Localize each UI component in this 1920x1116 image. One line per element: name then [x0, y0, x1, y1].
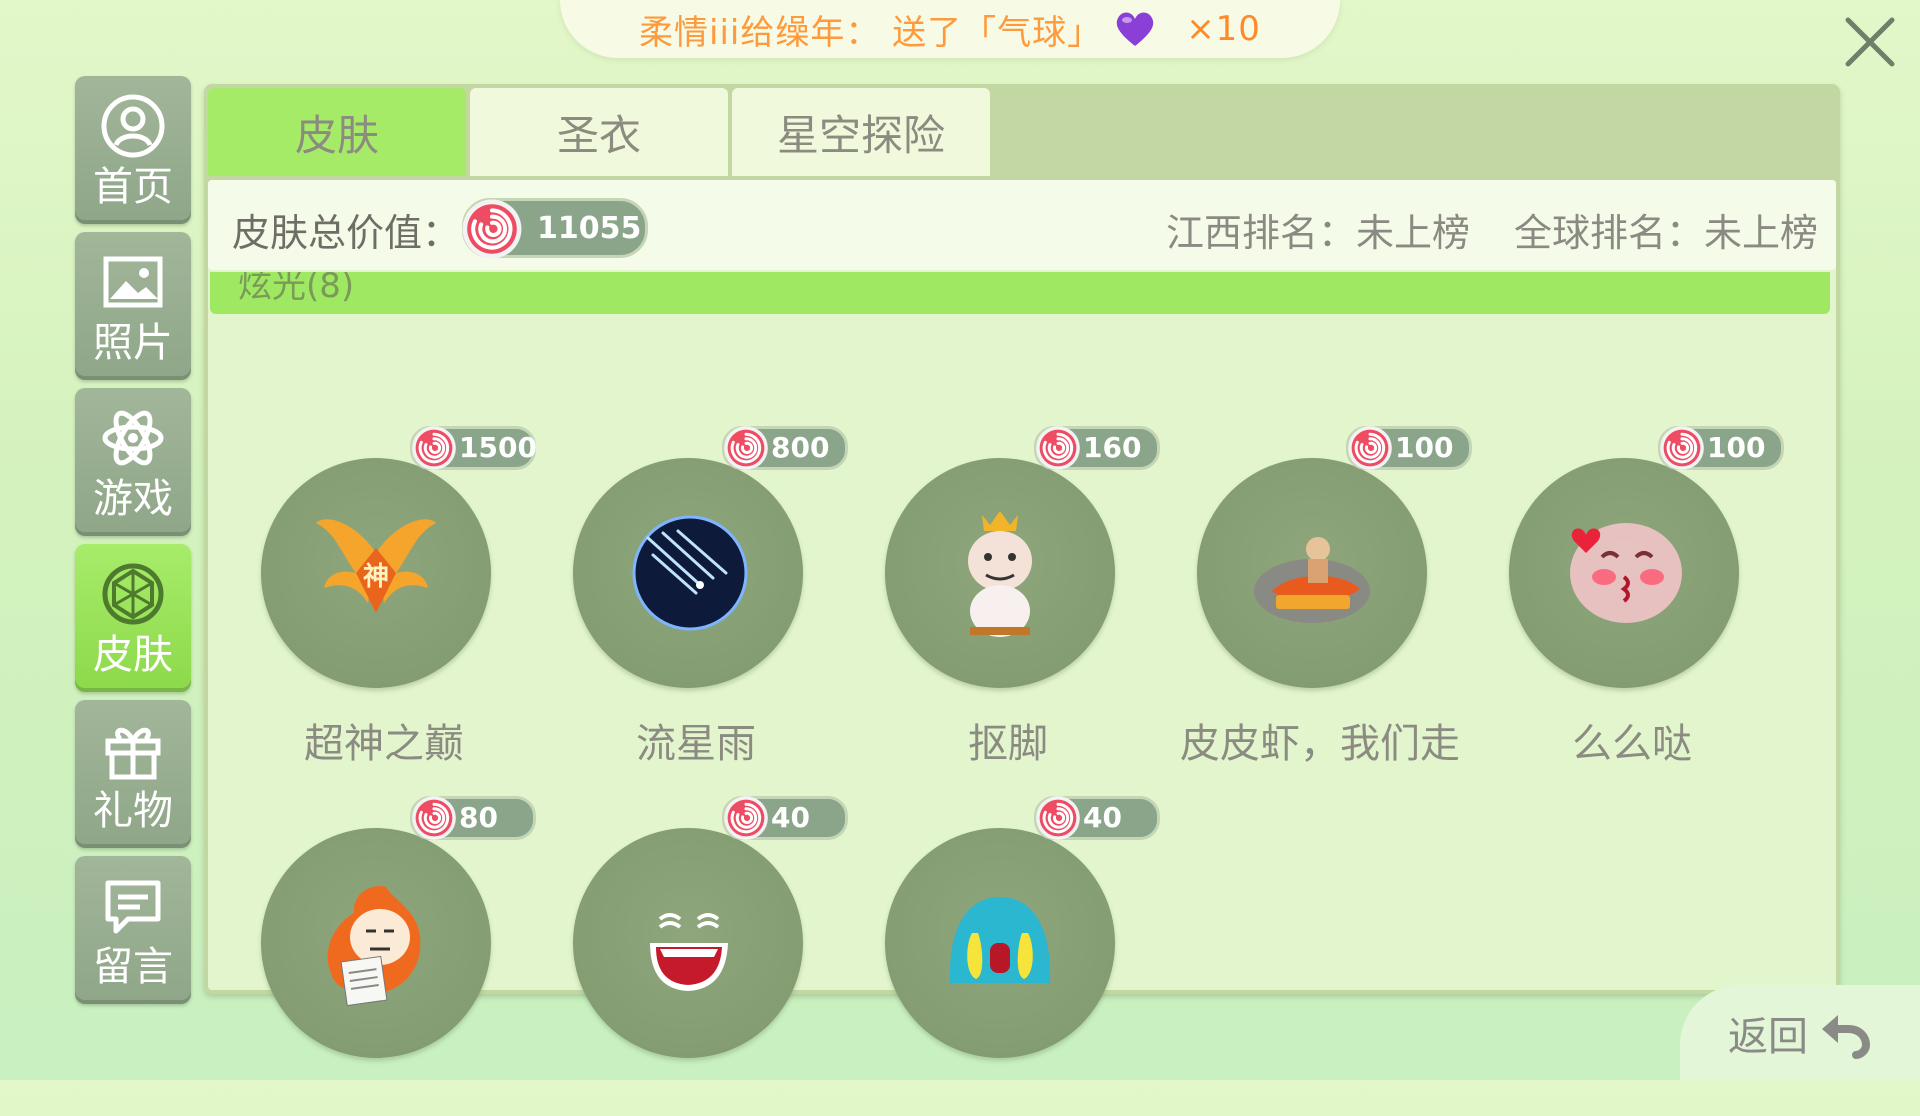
gem-icon: [102, 563, 164, 625]
candy-coin-icon: [1035, 425, 1081, 471]
price-badge: 1500: [410, 425, 537, 471]
message-icon: [105, 880, 161, 934]
heart-balloon-icon: [1116, 12, 1154, 46]
skin-item: 160 抠脚: [858, 425, 1160, 767]
skin-item: 40: [858, 795, 1160, 1116]
sidebar: 首页 照片 游戏 皮肤 礼物 留言: [75, 76, 191, 1012]
skin-item: 神 1500 超神之巅: [234, 425, 537, 767]
total-value: 11055: [537, 211, 642, 246]
price-badge: 160: [1034, 425, 1160, 471]
sidebar-item-label: 游戏: [93, 476, 173, 522]
candy-coin-icon: [723, 425, 769, 471]
photo-icon: [103, 256, 163, 308]
skin-icon-button[interactable]: [261, 828, 491, 1058]
skin-icon-button[interactable]: [885, 458, 1115, 688]
candy-coin-icon: [411, 795, 457, 841]
back-label: 返回: [1728, 1013, 1808, 1060]
candy-coin-icon: [411, 425, 457, 471]
svg-text:神: 神: [363, 562, 389, 592]
skin-item: 100 皮皮虾，我们走: [1170, 425, 1472, 767]
skin-icon-button[interactable]: [885, 828, 1115, 1058]
price-badge: 800: [722, 425, 848, 471]
skin-name: 抠脚: [968, 721, 1048, 767]
skin-icon-button[interactable]: [573, 458, 803, 688]
burning-memo-face-icon: [327, 886, 421, 1007]
skin-icon-button[interactable]: [573, 828, 803, 1058]
skin-name: 超神之巅: [304, 721, 464, 767]
price-value: 1500: [459, 431, 537, 464]
tab-star-adventure[interactable]: 星空探险: [732, 88, 990, 176]
price-badge: 100: [1658, 425, 1784, 471]
back-arrow-icon: [1822, 1014, 1871, 1059]
category-label: 炫光(8): [238, 272, 355, 306]
price-value: 80: [459, 801, 498, 834]
gift-notification-banner: 柔情iii给缲年： 送了「气球」 ×10: [560, 0, 1340, 58]
flaming-wings-icon: 神: [316, 519, 436, 613]
back-button[interactable]: 返回: [1680, 985, 1920, 1080]
sidebar-item-games[interactable]: 游戏: [75, 388, 191, 536]
skin-item: 800 流星雨: [546, 425, 848, 767]
sidebar-item-label: 礼物: [93, 788, 173, 834]
candy-coin-icon: [1347, 425, 1393, 471]
skin-icon-button[interactable]: 神: [261, 458, 491, 688]
gift-icon: [105, 727, 161, 780]
price-value: 100: [1395, 431, 1454, 464]
riding-shrimp-icon: [1254, 537, 1370, 623]
candy-coin-icon: [1659, 425, 1705, 471]
price-value: 40: [771, 801, 810, 834]
skin-name: 流星雨: [636, 721, 756, 767]
candy-coin-icon: [723, 795, 769, 841]
tab-skins[interactable]: 皮肤: [208, 88, 466, 176]
price-badge: 40: [1034, 795, 1160, 841]
price-badge: 80: [410, 795, 536, 841]
gift-count: ×10: [1186, 9, 1261, 49]
price-value: 160: [1083, 431, 1142, 464]
sidebar-item-label: 皮肤: [93, 632, 173, 678]
sidebar-item-home[interactable]: 首页: [75, 76, 191, 224]
price-badge: 100: [1346, 425, 1472, 471]
skin-item: 100 么么哒: [1482, 425, 1784, 767]
skins-panel: 皮肤 圣衣 星空探险 皮肤总价值： 11055 江西排名：未上榜 全球排名：未上…: [204, 84, 1840, 1058]
candy-coin-icon: [1035, 795, 1081, 841]
price-value: 800: [771, 431, 830, 464]
sidebar-item-label: 首页: [93, 164, 173, 210]
candy-coin-icon: [461, 198, 523, 260]
skin-name: 么么哒: [1572, 721, 1692, 767]
price-value: 100: [1707, 431, 1766, 464]
foot-picking-meme-icon: [968, 511, 1032, 637]
global-rank: 全球排名：未上榜: [1514, 211, 1819, 255]
skin-icon-button[interactable]: [1197, 458, 1427, 688]
category-header[interactable]: 炫光(8): [210, 272, 1830, 314]
sidebar-item-label: 照片: [93, 320, 173, 366]
sidebar-item-label: 留言: [93, 944, 173, 990]
atom-icon: [102, 410, 164, 466]
province-rank: 江西排名：未上榜: [1166, 211, 1471, 255]
sidebar-item-gifts[interactable]: 礼物: [75, 700, 191, 848]
crying-ghost-icon: [949, 897, 1051, 983]
total-value-badge: 11055: [462, 198, 648, 258]
sidebar-item-photos[interactable]: 照片: [75, 232, 191, 380]
tab-holy-cloth[interactable]: 圣衣: [470, 88, 728, 176]
price-value: 40: [1083, 801, 1122, 834]
skin-icon-button[interactable]: [1509, 458, 1739, 688]
price-badge: 40: [722, 795, 848, 841]
tab-bar: 皮肤 圣衣 星空探险: [208, 88, 990, 178]
laughing-face-icon: [650, 913, 728, 991]
kiss-face-icon: [1570, 523, 1682, 623]
total-value-label: 皮肤总价值：: [232, 211, 461, 255]
skin-item: 40: [546, 795, 848, 1116]
home-user-icon: [101, 94, 165, 158]
sidebar-item-skins[interactable]: 皮肤: [75, 544, 191, 692]
close-icon[interactable]: [1840, 12, 1900, 72]
sidebar-item-messages[interactable]: 留言: [75, 856, 191, 1004]
skin-item: 80: [234, 795, 536, 1116]
skin-name: 皮皮虾，我们走: [1180, 721, 1460, 767]
skins-content: 皮肤总价值： 11055 江西排名：未上榜 全球排名：未上榜 炫光(8) 神 1…: [208, 180, 1836, 1058]
skins-summary: 皮肤总价值： 11055 江西排名：未上榜 全球排名：未上榜: [208, 180, 1836, 270]
gift-notification-text: 柔情iii给缲年： 送了「气球」: [639, 12, 1103, 53]
meteor-shower-icon: [632, 515, 748, 631]
